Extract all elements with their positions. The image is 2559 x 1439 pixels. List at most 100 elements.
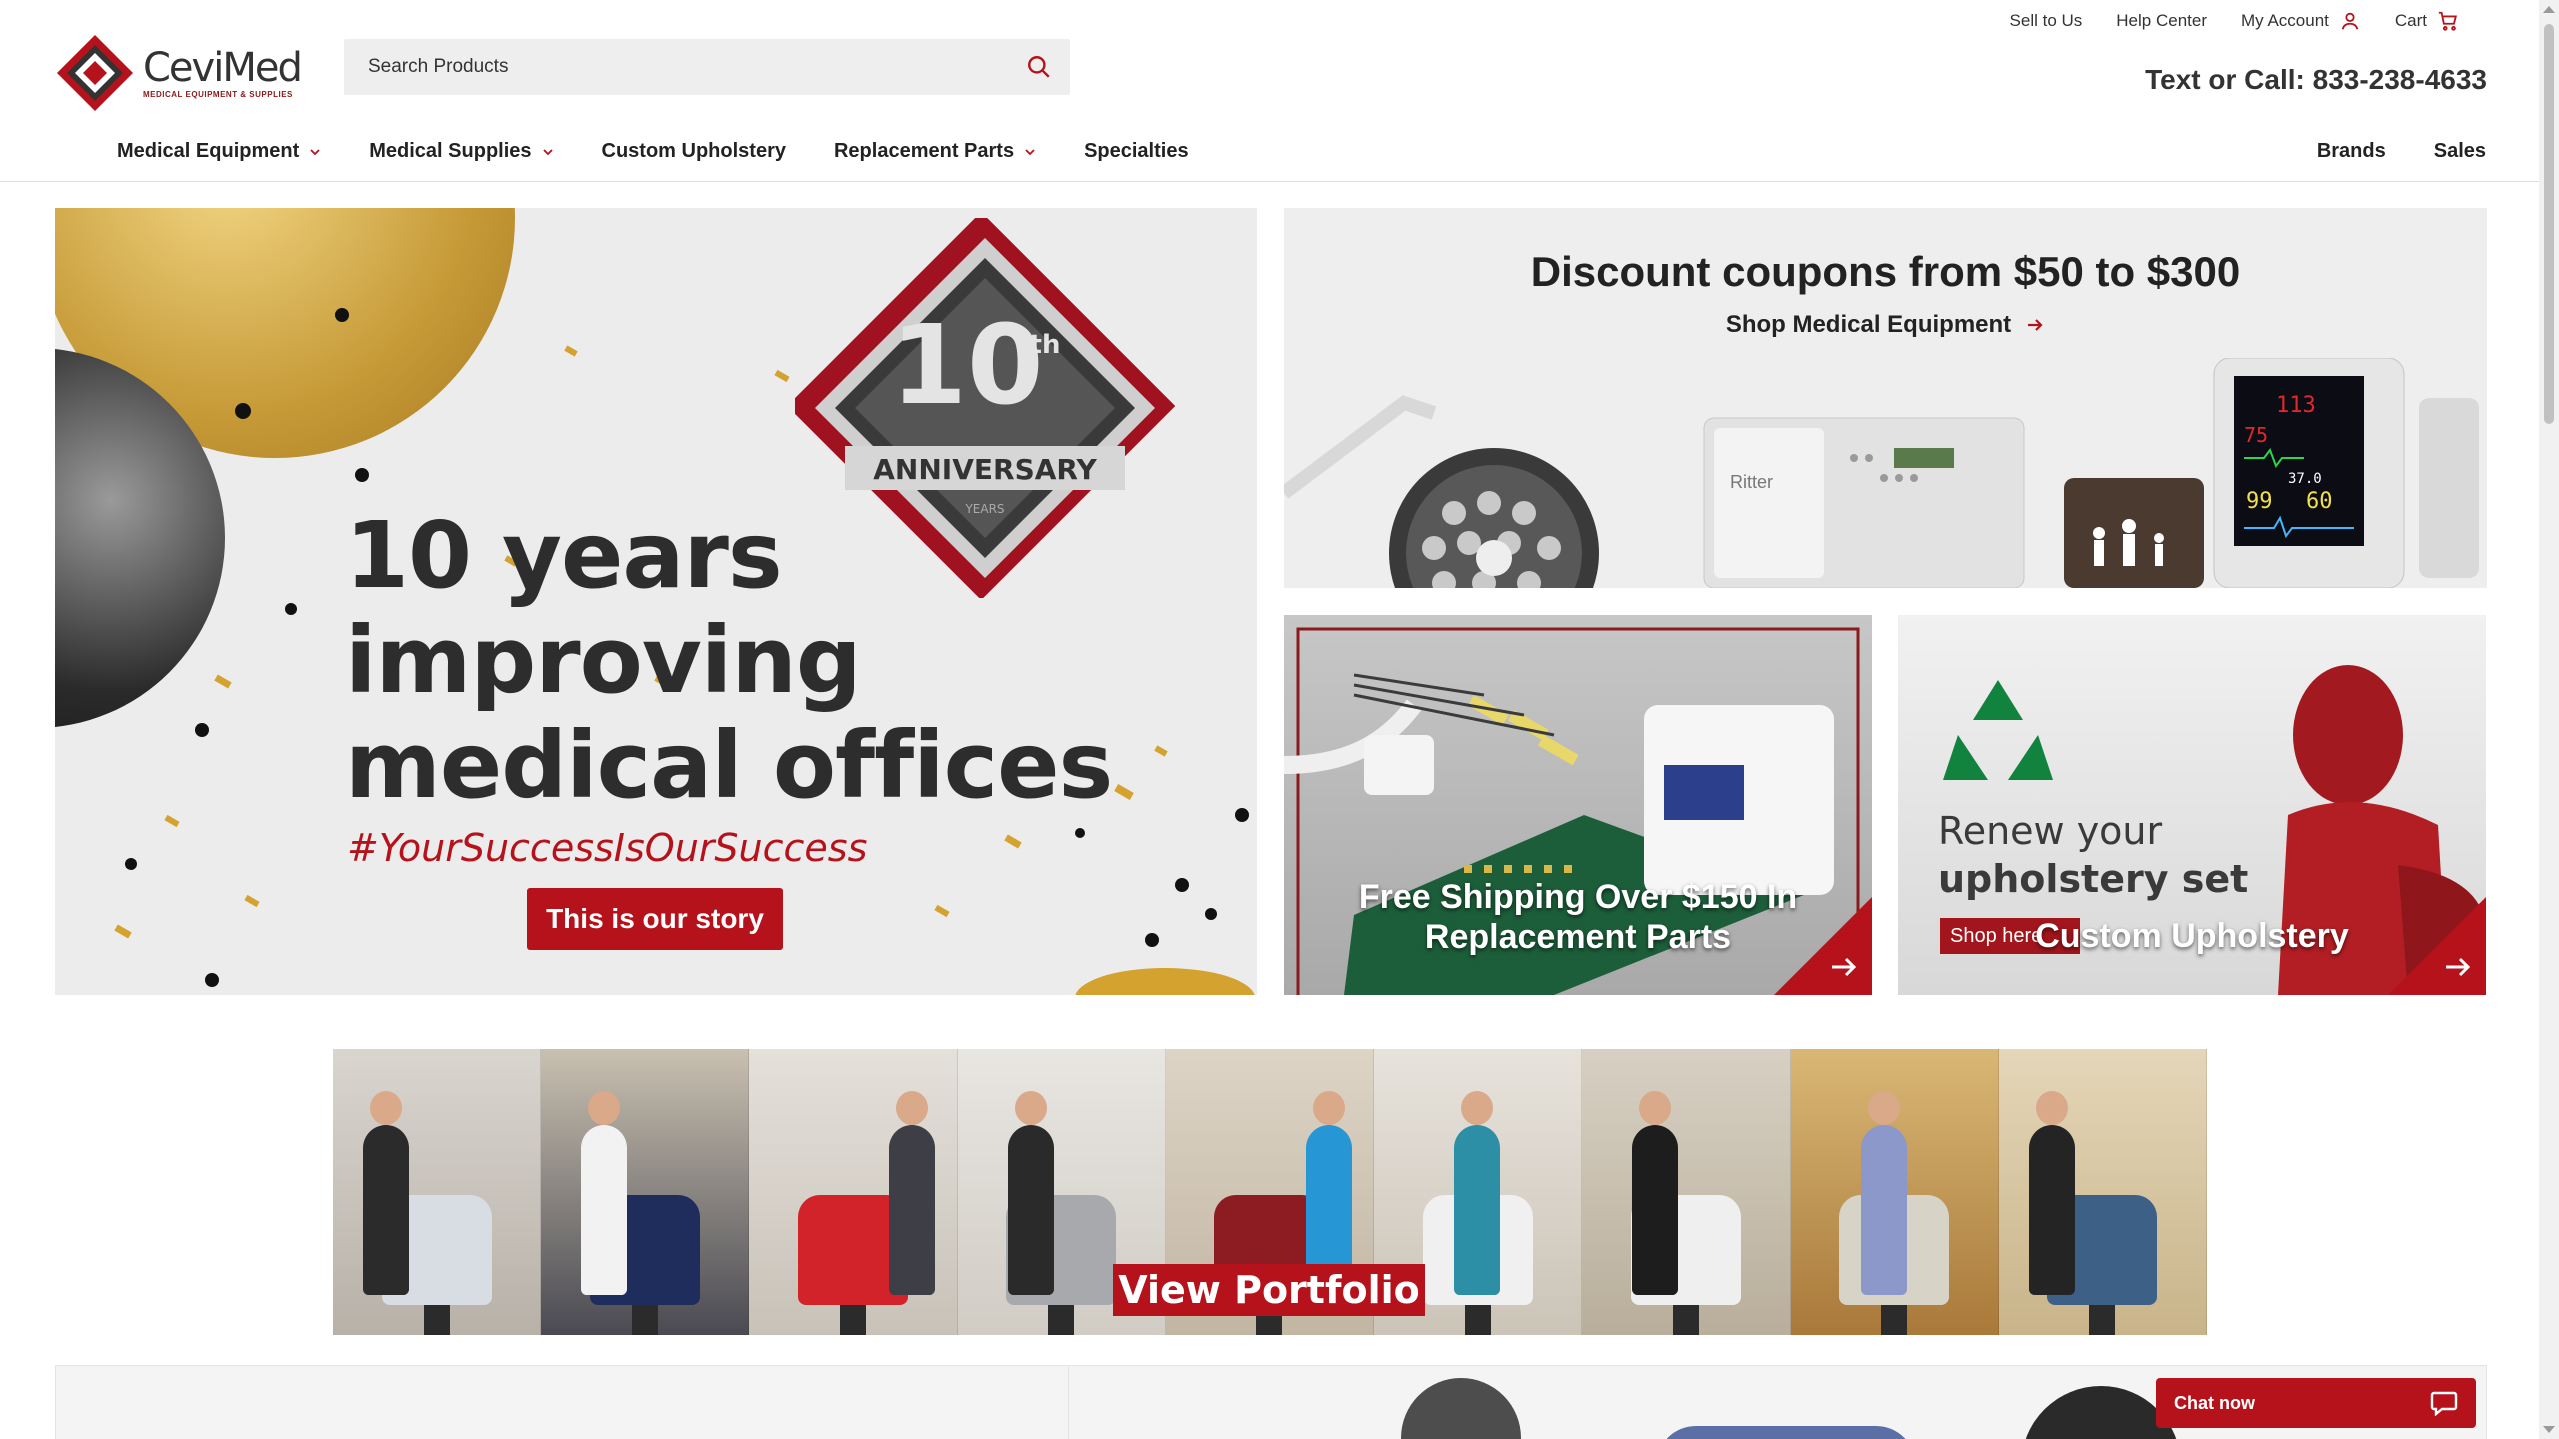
custom-upholstery-tile[interactable]: Renew your upholstery set Shop here Cust… — [1898, 615, 2486, 995]
search-bar — [344, 39, 1070, 95]
portfolio-photo — [1790, 1049, 1999, 1335]
product-image — [1401, 1378, 1521, 1439]
confetti — [195, 723, 209, 737]
person-image — [2028, 1091, 2075, 1295]
nav-medical-equipment[interactable]: Medical Equipment — [117, 140, 321, 163]
next-section — [55, 1365, 2487, 1439]
discount-banner[interactable]: Discount coupons from $50 to $300 Shop M… — [1284, 208, 2487, 588]
renew-text: Renew your upholstery set — [1938, 809, 2249, 901]
badge-anniversary: ANNIVERSARY — [873, 453, 1097, 486]
confetti — [1145, 933, 1159, 947]
person-image — [889, 1091, 936, 1295]
cart-link[interactable]: Cart — [2395, 10, 2459, 32]
chevron-down-icon — [542, 148, 553, 155]
portfolio-photo — [1582, 1049, 1791, 1335]
nav-specialties[interactable]: Specialties — [1084, 140, 1189, 163]
monitor-value-4: 99 — [2246, 489, 2273, 514]
scrollbar-thumb[interactable] — [2544, 24, 2554, 424]
hero-headline: 10 years improving medical offices — [345, 502, 1113, 819]
scroll-down-icon[interactable] — [2543, 1426, 2555, 1433]
confetti — [285, 603, 297, 615]
scroll-up-icon[interactable] — [2543, 6, 2555, 13]
person-image — [581, 1091, 628, 1295]
person-image — [1632, 1091, 1679, 1295]
page-scrollbar[interactable] — [2539, 0, 2559, 1439]
monitor-value-2: 75 — [2244, 423, 2268, 447]
confetti — [1004, 834, 1022, 849]
view-portfolio-button[interactable]: View Portfolio — [1113, 1264, 1425, 1316]
confetti — [114, 924, 132, 939]
confetti — [205, 973, 219, 987]
our-story-button[interactable]: This is our story — [527, 888, 783, 950]
logo-mark-icon — [55, 33, 135, 113]
chat-now-button[interactable]: Chat now — [2156, 1378, 2476, 1428]
utility-bar: Sell to Us Help Center My Account Cart — [2010, 10, 2459, 32]
my-account-link[interactable]: My Account — [2241, 10, 2361, 32]
sterilizer-image: Ritter — [1703, 417, 2025, 588]
product-image — [1656, 1426, 1916, 1439]
free-shipping-arrow-button[interactable] — [1774, 897, 1872, 995]
confetti — [1235, 808, 1249, 822]
portfolio-banner[interactable]: View Portfolio — [333, 1049, 2207, 1335]
nav-replacement-parts[interactable]: Replacement Parts — [834, 140, 1036, 163]
sell-to-us-link[interactable]: Sell to Us — [2010, 11, 2083, 31]
badge-superscript: th — [1030, 330, 1061, 360]
sterilizer-brand: Ritter — [1730, 472, 1773, 492]
confetti — [164, 814, 180, 828]
surgical-light-image — [1284, 395, 1599, 588]
confetti — [1114, 784, 1134, 800]
custom-upholstery-arrow-button[interactable] — [2388, 897, 2486, 995]
monitor-value-1: 113 — [2276, 393, 2316, 418]
nav-brands[interactable]: Brands — [2317, 140, 2386, 163]
logo-text: CeviMed — [143, 44, 303, 91]
hero-hashtag: #YourSuccessIsOurSuccess — [347, 826, 868, 870]
nav-custom-upholstery[interactable]: Custom Upholstery — [602, 140, 786, 163]
nav-sales[interactable]: Sales — [2434, 140, 2486, 163]
help-center-link[interactable]: Help Center — [2116, 11, 2207, 31]
search-icon — [1028, 56, 1050, 78]
main-nav: Medical Equipment Medical Supplies Custo… — [0, 130, 2559, 182]
monitor-value-3: 37.0 — [2288, 471, 2322, 487]
person-image — [1860, 1091, 1907, 1295]
logo-tagline: MEDICAL EQUIPMENT & SUPPLIES — [143, 89, 293, 99]
confetti — [934, 904, 950, 918]
shop-medical-equipment-link[interactable]: Shop Medical Equipment — [1284, 311, 2487, 339]
confetti — [244, 894, 260, 908]
patient-monitor-image: 113 75 37.0 99 60 — [2064, 358, 2479, 588]
confetti — [1205, 908, 1217, 920]
chat-bubble-icon — [2430, 1391, 2458, 1416]
search-button[interactable] — [1008, 39, 1070, 95]
nav-medical-supplies[interactable]: Medical Supplies — [369, 140, 553, 163]
section-divider — [1068, 1366, 1069, 1439]
confetti — [1175, 878, 1189, 892]
gold-balloon-image — [1075, 968, 1255, 995]
confetti — [1075, 828, 1085, 838]
chevron-down-icon — [1025, 148, 1035, 155]
user-icon — [2341, 12, 2359, 30]
portfolio-photo — [749, 1049, 958, 1335]
hero-banner[interactable]: 10 th ANNIVERSARY YEARS 10 years improvi… — [55, 208, 1257, 995]
person-image — [1007, 1091, 1054, 1295]
discount-title: Discount coupons from $50 to $300 — [1530, 248, 2241, 295]
person-image — [363, 1091, 409, 1295]
chevron-down-icon — [310, 148, 320, 155]
recycle-icon — [1943, 680, 2053, 780]
contact-phone: Text or Call: 833-238-4633 — [2145, 64, 2487, 95]
cart-icon — [2438, 11, 2457, 31]
portfolio-photo — [1998, 1049, 2207, 1335]
arrow-right-icon — [2028, 319, 2043, 331]
search-input[interactable] — [344, 56, 1008, 78]
confetti — [235, 403, 251, 419]
badge-number: 10 — [890, 301, 1043, 429]
portfolio-photo — [333, 1049, 542, 1335]
confetti — [125, 858, 137, 870]
person-image — [1454, 1091, 1501, 1295]
confetti — [335, 308, 349, 322]
site-logo[interactable]: CeviMed MEDICAL EQUIPMENT & SUPPLIES — [55, 25, 303, 121]
confetti — [564, 345, 578, 357]
confetti — [1154, 745, 1168, 757]
confetti — [355, 468, 369, 482]
confetti — [214, 674, 232, 689]
portfolio-photo — [541, 1049, 750, 1335]
free-shipping-tile[interactable]: Free Shipping Over $150 In Replacement P… — [1284, 615, 1872, 995]
